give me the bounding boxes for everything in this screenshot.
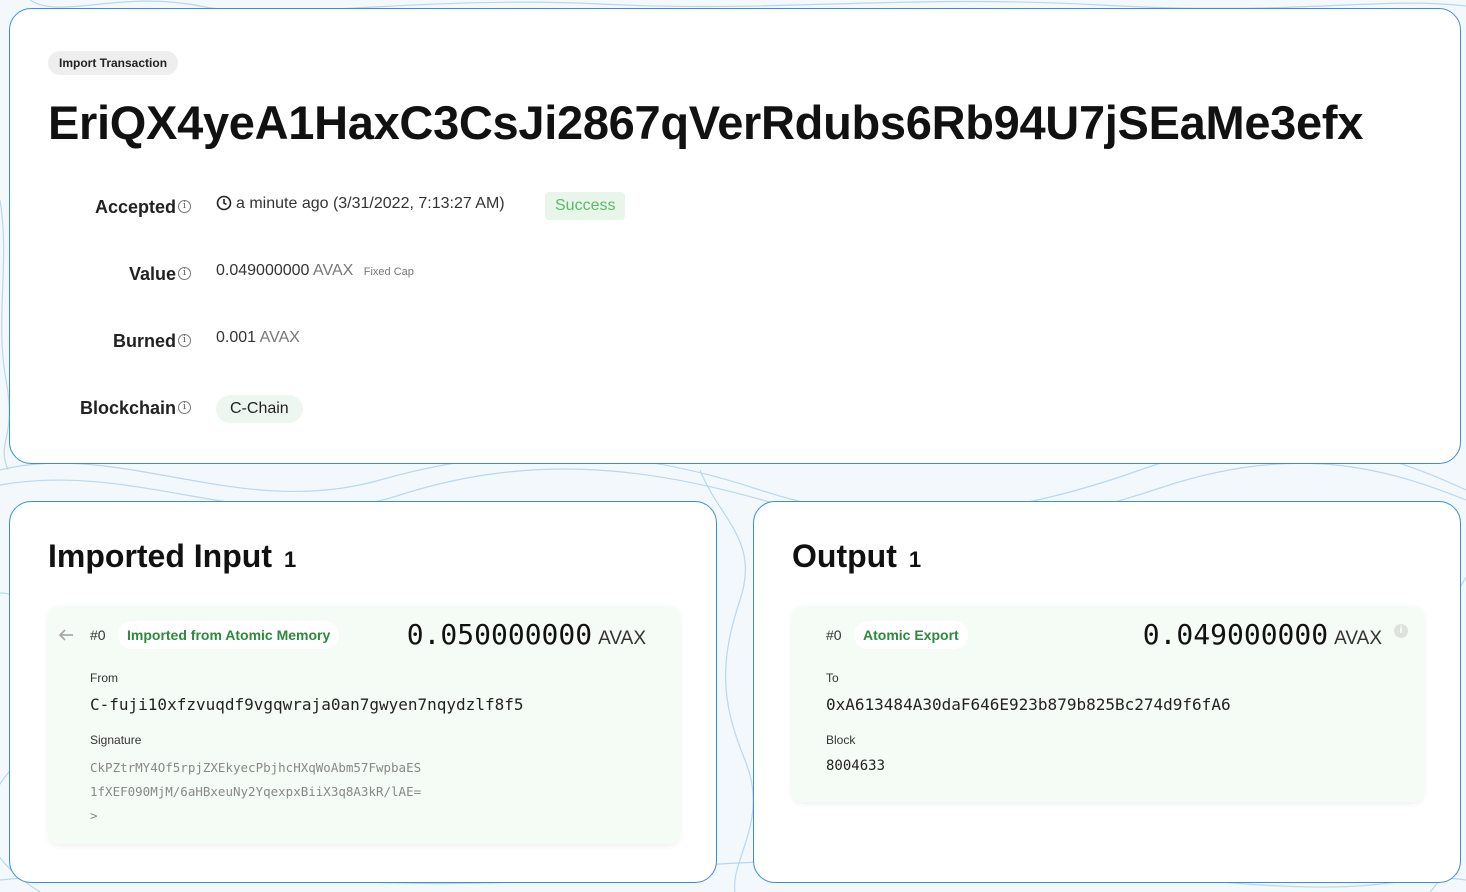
blockchain-row: Blockchain i C-Chain <box>10 393 910 423</box>
status-badge: Success <box>545 192 626 220</box>
accepted-time-text: a minute ago (3/31/2022, 7:13:27 AM) <box>236 195 505 212</box>
signature-line: CkPZtrMY4Of5rpjZXEkyecPbjhcHXqWoAbm57Fwp… <box>90 760 422 775</box>
info-icon[interactable]: i <box>178 267 191 280</box>
imported-input-title: Imported Input 1 <box>48 538 296 575</box>
imported-input-title-text: Imported Input <box>48 538 272 574</box>
info-icon[interactable]: i <box>178 334 191 347</box>
utxo-index: #0 <box>90 627 106 643</box>
to-label: To <box>826 671 839 685</box>
arrow-left-icon <box>58 629 73 641</box>
accepted-label: Accepted <box>94 197 176 217</box>
transaction-id[interactable]: EriQX4yeA1HaxC3CsJi2867qVerRdubs6Rb94U7j… <box>48 95 1363 150</box>
utxo-index: #0 <box>826 627 842 643</box>
utxo-amount-value: 0.050000000 <box>406 618 593 651</box>
output-utxo: #0 Atomic Export 0.049000000 AVAX i To 0x… <box>792 606 1424 802</box>
utxo-amount-unit: AVAX <box>598 628 646 649</box>
burned-unit: AVAX <box>259 329 300 346</box>
accepted-row: Accepted i a minute ago (3/31/2022, 7:13… <box>10 192 910 222</box>
value-amount-group: 0.049000000 AVAX Fixed Cap <box>216 262 414 280</box>
info-icon[interactable]: i <box>178 200 191 213</box>
burned-row: Burned i 0.001 AVAX <box>10 326 910 356</box>
signature-expand-toggle[interactable]: > <box>90 804 98 828</box>
burned-label: Burned <box>113 331 176 351</box>
from-address[interactable]: C-fuji10xfzvuqdf9vgqwraja0an7gwyen7nqydz… <box>90 695 523 714</box>
transaction-type-badge: Import Transaction <box>48 51 179 75</box>
to-address[interactable]: 0xA613484A30daF646E923b879b825Bc274d9f6f… <box>826 695 1231 714</box>
value-label: Value <box>128 264 176 284</box>
clock-icon <box>216 195 232 211</box>
block-label: Block <box>826 733 856 747</box>
from-label: From <box>90 671 118 685</box>
utxo-type-badge: Imported from Atomic Memory <box>118 621 340 649</box>
signature-label: Signature <box>90 733 142 747</box>
output-title-text: Output <box>792 538 897 574</box>
utxo-amount-unit: AVAX <box>1334 628 1382 649</box>
info-icon[interactable]: i <box>178 401 191 414</box>
input-utxo: #0 Imported from Atomic Memory 0.0500000… <box>48 606 680 844</box>
value-amount: 0.049000000 <box>216 262 310 279</box>
utxo-type-badge: Atomic Export <box>854 621 968 649</box>
info-dot-icon[interactable]: i <box>1394 624 1408 638</box>
utxo-amount-value: 0.049000000 <box>1142 618 1329 651</box>
imported-input-card: Imported Input 1 #0 Imported from Atomic … <box>9 501 717 883</box>
accepted-time: a minute ago (3/31/2022, 7:13:27 AM) <box>216 195 505 213</box>
imported-input-count: 1 <box>283 547 297 572</box>
signature-line: 1fXEF090MjM/6aHBxeuNy2YqexpxBiiX3q8A3kR/… <box>90 784 422 799</box>
output-title: Output 1 <box>792 538 921 575</box>
block-number[interactable]: 8004633 <box>826 758 885 774</box>
transaction-summary-card: Import Transaction EriQX4yeA1HaxC3CsJi28… <box>9 8 1461 464</box>
blockchain-label: Blockchain <box>79 398 176 418</box>
value-unit: AVAX <box>313 262 354 279</box>
burned-amount-group: 0.001 AVAX <box>216 329 300 347</box>
utxo-amount: 0.049000000 AVAX <box>1143 618 1382 651</box>
utxo-amount: 0.050000000 AVAX <box>407 618 646 651</box>
output-card: Output 1 #0 Atomic Export 0.049000000 AVAX… <box>753 501 1461 883</box>
chain-badge[interactable]: C-Chain <box>216 395 303 423</box>
burned-amount: 0.001 <box>216 329 257 346</box>
fixed-cap-tag: Fixed Cap <box>363 266 414 278</box>
output-count: 1 <box>908 547 922 572</box>
value-row: Value i 0.049000000 AVAX Fixed Cap <box>10 259 910 289</box>
